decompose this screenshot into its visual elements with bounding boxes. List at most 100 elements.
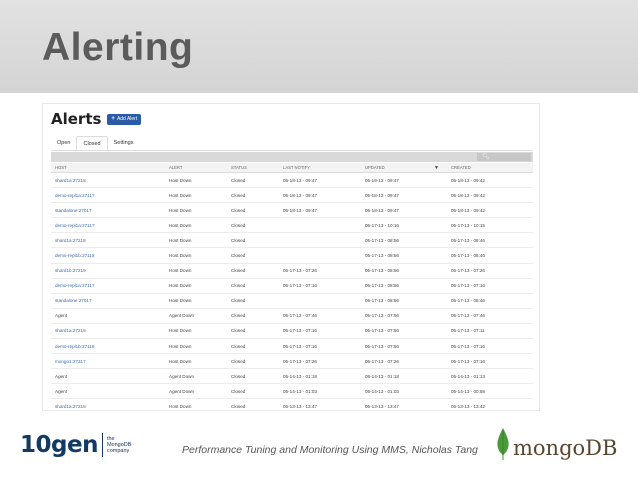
table-row[interactable]: Agent Agent Down Closed 05-17-13 - 07:46 05-… (51, 309, 533, 324)
cell-updated: 05-18-13 - 09:47 (365, 177, 399, 183)
cell-created: 05-18-13 - 09:42 (451, 207, 485, 213)
column-header-host[interactable]: Host (51, 165, 165, 170)
table-row[interactable]: demo-repl1a:27117 Host Down Closed 05-18-13… (51, 188, 533, 204)
cell-status: Closed (231, 328, 246, 334)
cell-created: 05-18-13 - 09:42 (451, 192, 485, 198)
cell-alert: Agent Down (169, 313, 195, 319)
table-row[interactable]: demo-repl1a:27117 Host Down Closed 05-17-13… (51, 218, 533, 234)
table-row[interactable]: demo-repl1b:27118 Host Down Closed 05-17-13… (51, 248, 533, 264)
cell-updated: 05-17-13 - 08:56 (365, 253, 399, 259)
alert-tabs: Open Closed Settings (51, 136, 139, 150)
add-alert-button[interactable]: + Add Alert (107, 113, 142, 125)
logo-divider (101, 433, 103, 457)
cell-host[interactable]: shard1a:27218 (51, 238, 165, 243)
cell-status: Closed (231, 192, 246, 198)
cell-host[interactable]: standalone:27017 (51, 208, 165, 213)
cell-host[interactable]: demo-repl1a:27117 (51, 223, 165, 228)
cell-status: Closed (231, 358, 246, 364)
cell-created: 05-14-13 - 01:13 (451, 373, 485, 379)
cell-updated: 05-17-13 - 07:56 (365, 313, 399, 319)
cell-alert: Agent Down (169, 373, 195, 379)
cell-updated: 05-17-13 - 08:56 (365, 298, 399, 304)
cell-created: 05-17-13 - 07:11 (451, 328, 485, 334)
table-row[interactable]: standalone:27017 Host Down Closed 05-17-13 … (51, 294, 533, 309)
cell-alert: Host Down (169, 192, 192, 198)
search-icon[interactable]: 🔍︎ (477, 153, 531, 161)
cell-host[interactable]: demo-repl1b:27118 (51, 344, 165, 349)
cell-alert: Host Down (169, 343, 192, 349)
table-row[interactable]: shard1a:27218 Host Down Closed 05-17-13 - 0… (51, 233, 533, 249)
cell-host[interactable]: shard1b:27219 (51, 268, 165, 273)
sort-desc-icon: ▼ (434, 164, 439, 171)
cell-host[interactable]: demo-repl1a:27117 (51, 283, 165, 288)
table-row[interactable]: shard1a:27218 Host Down Closed 05-18-13 - 0… (51, 173, 533, 189)
cell-status: Closed (231, 268, 246, 274)
cell-host[interactable]: shard1a:27218 (51, 178, 165, 183)
tab-closed[interactable]: Closed (76, 136, 108, 150)
cell-updated: 05-14-13 - 01:18 (365, 373, 399, 379)
cell-last-notify: 05-17-13 - 07:16 (283, 343, 317, 349)
cell-host[interactable]: standalone:27017 (51, 298, 165, 303)
cell-last-notify: 05-14-13 - 01:03 (283, 388, 317, 394)
cell-status: Closed (231, 222, 246, 228)
column-header-alert[interactable]: Alert (165, 165, 227, 170)
cell-created: 05-17-13 - 10:15 (451, 222, 485, 228)
table-row[interactable]: shard1a:27218 Host Down Closed 05-13-13 - 1… (51, 399, 533, 410)
cell-host: Agent (55, 373, 68, 379)
table-body: shard1a:27218 Host Down Closed 05-18-13 - 0… (51, 173, 533, 410)
slide-title: Alerting (42, 26, 194, 69)
column-header-status[interactable]: Status (227, 165, 279, 170)
cell-created: 05-17-13 - 08:46 (451, 298, 485, 304)
cell-alert: Host Down (169, 298, 192, 304)
column-header-created[interactable]: Created (447, 165, 533, 170)
cell-last-notify: 05-17-13 - 07:16 (283, 283, 317, 289)
mongodb-logo: mongoDB (496, 428, 617, 460)
cell-status: Closed (231, 283, 246, 289)
cell-host[interactable]: demo-repl1a:27117 (51, 193, 165, 198)
cell-created: 05-14-13 - 00:58 (451, 388, 485, 394)
table-row[interactable]: Agent Agent Down Closed 05-14-13 - 01:18 05-… (51, 369, 533, 385)
cell-created: 05-17-13 - 07:16 (451, 358, 485, 364)
cell-alert: Agent Down (169, 388, 195, 394)
cell-status: Closed (231, 313, 246, 319)
cell-alert: Host Down (169, 222, 192, 228)
tab-open[interactable]: Open (51, 136, 76, 150)
cell-updated: 05-17-13 - 08:56 (365, 283, 399, 289)
add-alert-label: Add Alert (116, 115, 138, 122)
table-row[interactable]: standalone:27017 Host Down Closed 05-18-13 … (51, 203, 533, 219)
cell-host[interactable]: demo-repl1b:27118 (51, 253, 165, 258)
table-row[interactable]: shard1a:27218 Host Down Closed 05-17-13 - 0… (51, 324, 533, 340)
cell-alert: Host Down (169, 283, 192, 289)
table-row[interactable]: demo-repl1b:27118 Host Down Closed 05-17-13… (51, 339, 533, 355)
cell-updated: 05-18-13 - 09:47 (365, 192, 399, 198)
table-row[interactable]: demo-repl1a:27117 Host Down Closed 05-17-13… (51, 279, 533, 294)
tab-settings[interactable]: Settings (108, 136, 140, 150)
cell-updated: 05-17-13 - 07:56 (365, 328, 399, 334)
cell-host[interactable]: mongo1:27317 (51, 359, 165, 364)
cell-last-notify: 05-13-13 - 13:47 (283, 403, 317, 409)
alerts-table: Host Alert Status Last Notify Updated ▼ … (51, 163, 533, 410)
cell-status: Closed (231, 207, 246, 213)
cell-host[interactable]: shard1a:27218 (51, 404, 165, 409)
table-row[interactable]: mongo1:27317 Host Down Closed 05-17-13 - 07… (51, 354, 533, 370)
cell-host[interactable]: shard1a:27218 (51, 328, 165, 333)
table-row[interactable]: Agent Agent Down Closed 05-14-13 - 01:03 05-… (51, 384, 533, 400)
cell-alert: Host Down (169, 253, 192, 259)
cell-updated: 05-13-13 - 13:47 (365, 403, 399, 409)
filter-bar: 🔍︎ (51, 152, 533, 162)
column-header-last-notify[interactable]: Last Notify (279, 165, 361, 170)
table-row[interactable]: shard1b:27219 Host Down Closed 05-17-13 - 0… (51, 264, 533, 279)
cell-updated: 05-17-13 - 10:16 (365, 222, 399, 228)
page-title: Alerts (51, 110, 102, 128)
column-header-updated[interactable]: Updated ▼ (361, 165, 447, 171)
cell-last-notify: 05-18-13 - 09:47 (283, 177, 317, 183)
mongodb-wordmark: mongoDB (513, 436, 618, 460)
cell-updated: 05-17-13 - 08:56 (365, 268, 399, 274)
cell-created: 05-17-13 - 07:16 (451, 343, 485, 349)
page-header: Alerts + Add Alert (51, 110, 142, 128)
cell-created: 05-17-13 - 07:46 (451, 313, 485, 319)
cell-status: Closed (231, 237, 246, 243)
cell-host: Agent (55, 388, 68, 394)
cell-updated: 05-18-13 - 09:47 (365, 207, 399, 213)
cell-status: Closed (231, 253, 246, 259)
